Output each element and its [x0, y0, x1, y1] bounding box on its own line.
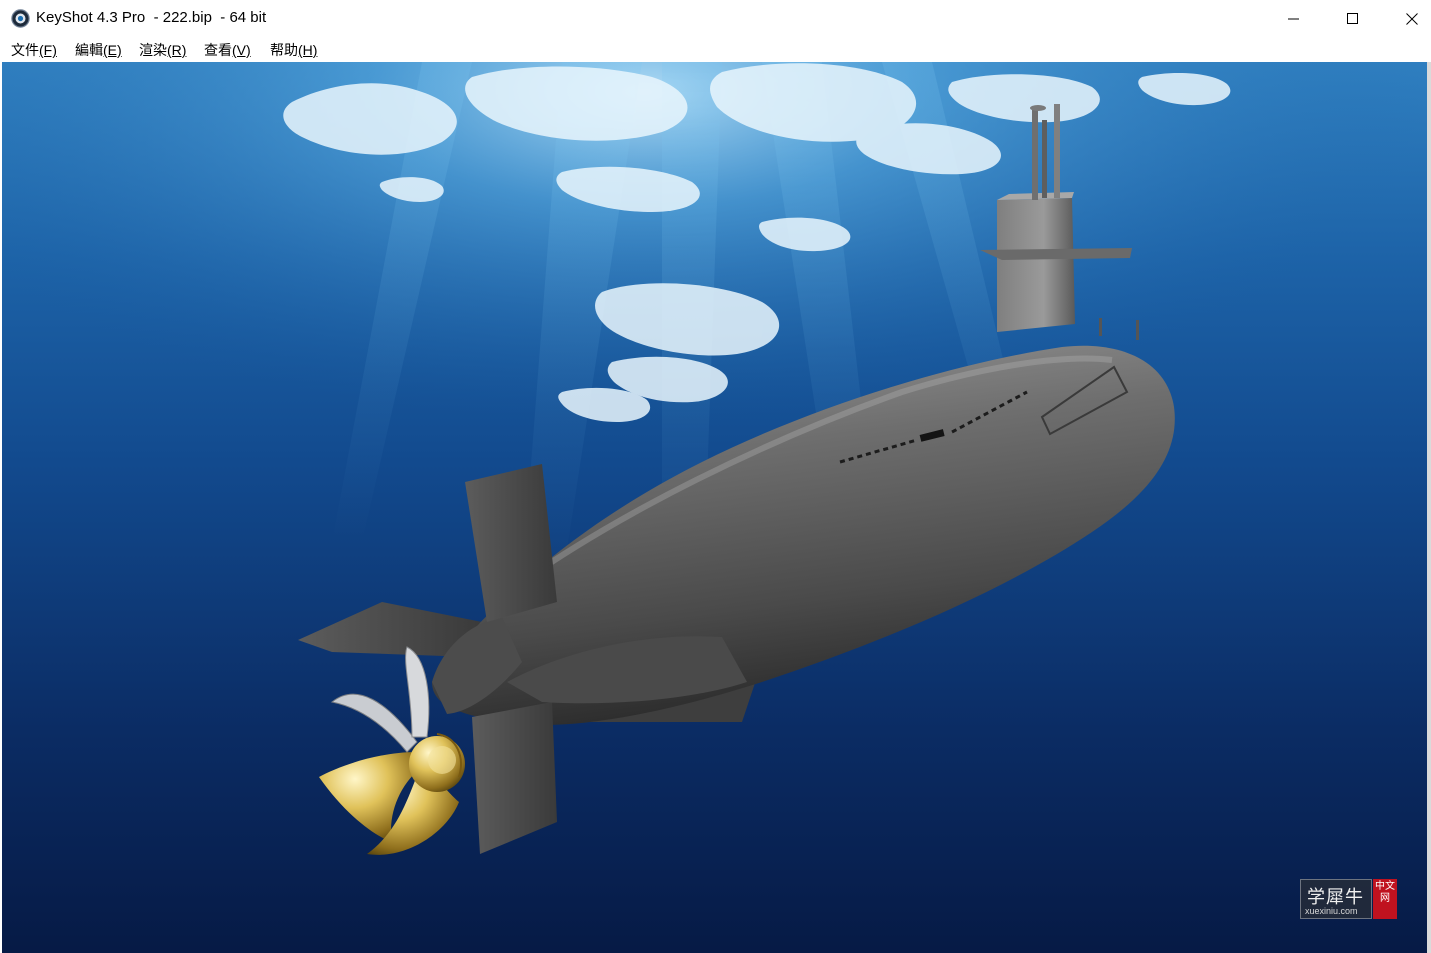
- watermark-badge: 学犀牛 xuexiniu.com: [1300, 879, 1372, 919]
- close-icon: [1406, 12, 1418, 25]
- minimize-button[interactable]: [1265, 0, 1323, 37]
- conning-tower: [997, 198, 1075, 332]
- watermark-domain: xuexiniu.com: [1305, 906, 1358, 916]
- menu-help[interactable]: 帮助(H): [270, 40, 317, 60]
- keyshot-logo-icon: [11, 9, 30, 28]
- menu-edit[interactable]: 編輯(E): [75, 40, 122, 60]
- close-button[interactable]: [1383, 0, 1431, 37]
- maximize-icon: [1347, 12, 1358, 24]
- menu-bar: 文件(F) 編輯(E) 渲染(R) 查看(V) 帮助(H): [0, 37, 1431, 62]
- minimize-icon: [1288, 18, 1299, 19]
- menu-render[interactable]: 渲染(R): [139, 40, 186, 60]
- watermark-tag: 中文网: [1373, 879, 1397, 919]
- maximize-button[interactable]: [1324, 0, 1382, 37]
- right-edge: [1427, 62, 1431, 953]
- keyshot-window: KeyShot 4.3 Pro - 222.bip - 64 bit 文件(F)…: [0, 0, 1431, 953]
- render-scene: [2, 62, 1429, 953]
- title-bar[interactable]: KeyShot 4.3 Pro - 222.bip - 64 bit: [0, 0, 1431, 37]
- menu-file[interactable]: 文件(F): [11, 40, 57, 60]
- render-viewport[interactable]: 学犀牛 xuexiniu.com 中文网: [2, 62, 1429, 953]
- watermark: 学犀牛 xuexiniu.com 中文网: [1300, 879, 1397, 919]
- window-title: KeyShot 4.3 Pro - 222.bip - 64 bit: [36, 9, 267, 26]
- menu-view[interactable]: 查看(V): [204, 40, 251, 60]
